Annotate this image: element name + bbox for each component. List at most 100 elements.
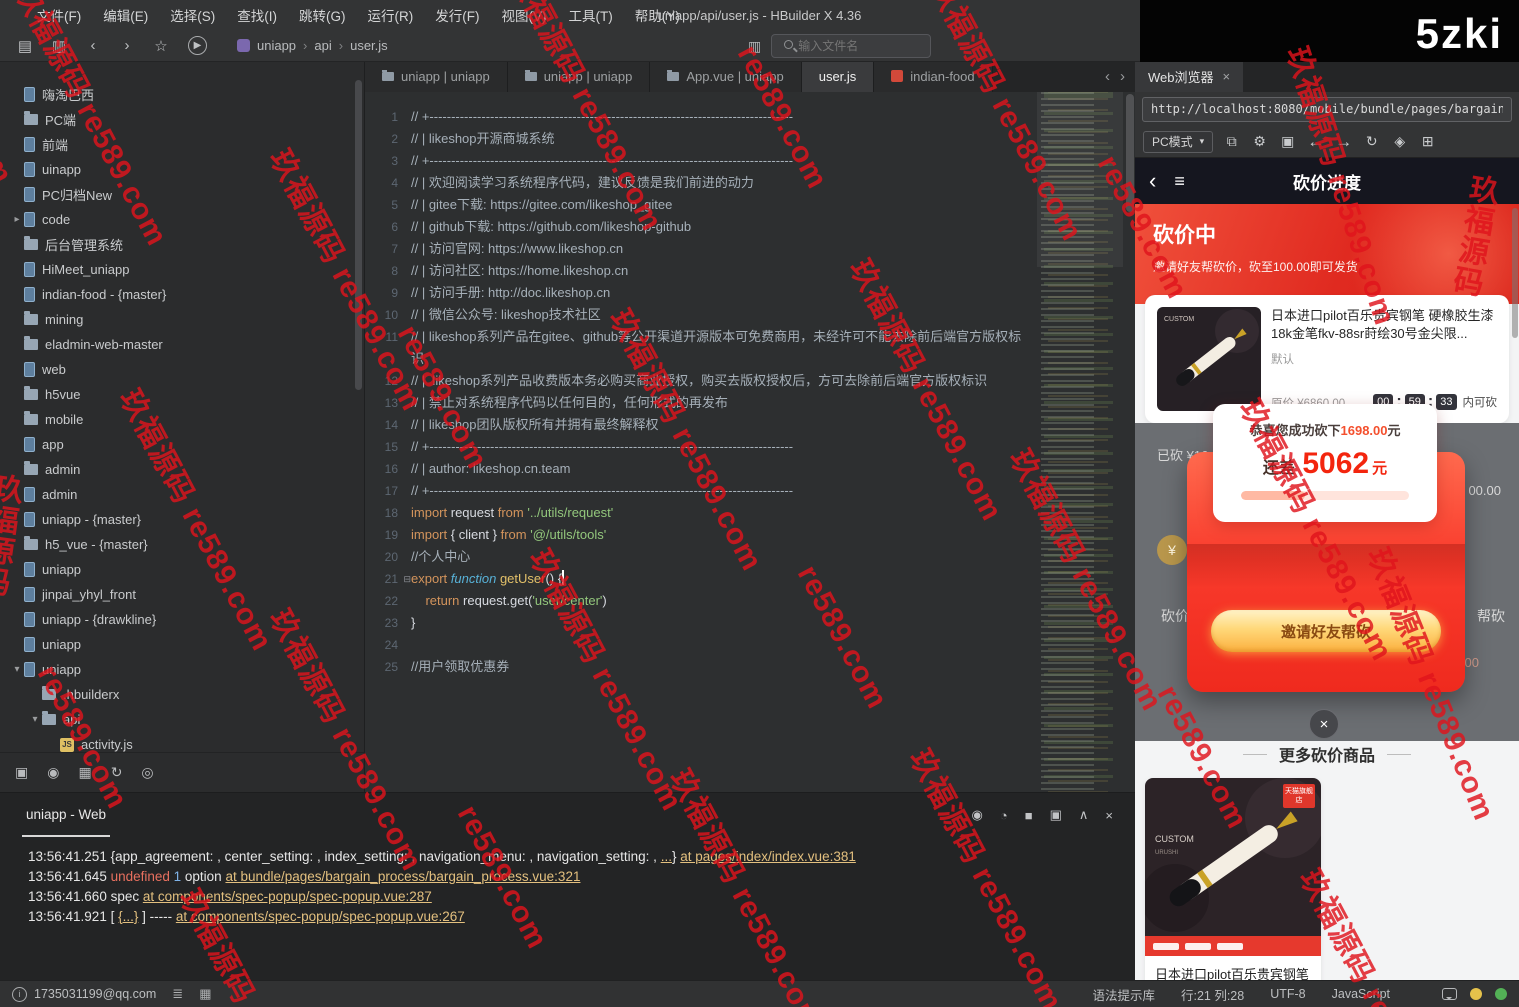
- nav-back-icon[interactable]: ←: [1306, 132, 1325, 152]
- fold-marker-icon[interactable]: ⊟: [403, 568, 411, 590]
- package-icon[interactable]: ▦: [78, 764, 91, 781]
- code-text[interactable]: return request.get('user/center'): [411, 590, 1025, 612]
- menu-item[interactable]: 查找(I): [226, 0, 288, 30]
- code-text[interactable]: //用户领取优惠券: [411, 656, 1025, 678]
- secure-icon[interactable]: ◈: [1390, 133, 1409, 150]
- expand-arrow-icon[interactable]: ▾: [28, 714, 42, 725]
- invite-friends-button[interactable]: 邀请好友帮砍: [1211, 610, 1441, 652]
- status-item[interactable]: JavaScript: [1332, 987, 1390, 1001]
- code-text[interactable]: // +------------------------------------…: [411, 480, 1025, 502]
- console-link[interactable]: at pages/index/index.vue:381: [680, 849, 856, 864]
- code-editor[interactable]: 1// +-----------------------------------…: [365, 92, 1135, 792]
- browser-tab[interactable]: Web浏览器 ×: [1135, 60, 1243, 92]
- tree-item[interactable]: jinpai_yhyl_front: [0, 582, 364, 607]
- tree-item[interactable]: h5_vue - {master}: [0, 532, 364, 557]
- code-text[interactable]: // | author: likeshop.cn.team: [411, 458, 1025, 480]
- more-product-card[interactable]: CUSTOM URUSHI 天猫旗舰店 日本进口pilot百乐贵宾钢笔: [1145, 778, 1321, 980]
- tree-item[interactable]: JSactivity.js: [0, 732, 364, 752]
- menu-item[interactable]: 选择(S): [159, 0, 226, 30]
- breadcrumb-item[interactable]: user.js: [350, 38, 388, 53]
- menu-item[interactable]: 发行(F): [424, 0, 490, 30]
- refresh-icon[interactable]: ↻: [111, 764, 123, 781]
- tree-item[interactable]: ▾uniapp: [0, 657, 364, 682]
- code-text[interactable]: //个人中心: [411, 546, 1025, 568]
- menu-item[interactable]: 工具(T): [558, 0, 624, 30]
- code-text[interactable]: // | 微信公众号: likeshop技术社区: [411, 304, 1025, 326]
- tree-item[interactable]: PC归档New: [0, 182, 364, 207]
- code-text[interactable]: // | github下载: https://github.com/likesh…: [411, 216, 1025, 238]
- menu-item[interactable]: 文件(F): [26, 0, 92, 30]
- code-text[interactable]: // | likeshop系列产品收费版本务必购买商业授权，购买去版权授权后，方…: [411, 370, 1025, 392]
- tree-item[interactable]: uniapp - {master}: [0, 507, 364, 532]
- file-search-input[interactable]: [771, 34, 931, 58]
- code-text[interactable]: // +------------------------------------…: [411, 150, 1025, 172]
- menu-item[interactable]: 运行(R): [357, 0, 425, 30]
- status-item[interactable]: 语法提示库: [1092, 985, 1155, 1004]
- menu-icon[interactable]: ≡: [1174, 171, 1185, 192]
- menu-item[interactable]: 视图(V): [491, 0, 558, 30]
- tree-item[interactable]: eladmin-web-master: [0, 332, 364, 357]
- code-text[interactable]: // | 访问手册: http://doc.likeshop.cn: [411, 282, 1025, 304]
- code-text[interactable]: // | 禁止对系统程序代码以任何目的，任何形式的再发布: [411, 392, 1025, 414]
- debugger-icon[interactable]: ◉: [972, 807, 983, 823]
- status-item[interactable]: 行:21 列:28: [1181, 985, 1244, 1004]
- tree-item[interactable]: 后台管理系统: [0, 232, 364, 257]
- tabs-scroll-left-icon[interactable]: ‹: [1105, 68, 1110, 85]
- address-bar[interactable]: [1142, 97, 1512, 122]
- status-item[interactable]: UTF-8: [1270, 987, 1305, 1001]
- console-link[interactable]: at bundle/pages/bargain_process/bargain_…: [225, 869, 580, 884]
- goto-file-icon[interactable]: ▥: [748, 38, 761, 55]
- run-icon[interactable]: ▶: [188, 36, 207, 55]
- tree-item[interactable]: h5vue: [0, 382, 364, 407]
- settings-icon[interactable]: ⚙: [1250, 133, 1269, 150]
- back-chevron-icon[interactable]: ‹: [1149, 168, 1156, 194]
- page-scrollbar[interactable]: [1512, 208, 1518, 338]
- tree-item[interactable]: PC端: [0, 107, 364, 132]
- tabs-scroll-right-icon[interactable]: ›: [1120, 68, 1125, 85]
- code-text[interactable]: // | likeshop团队版权所有并拥有最终解释权: [411, 414, 1025, 436]
- menu-item[interactable]: 编辑(E): [92, 0, 159, 30]
- code-text[interactable]: // | 访问社区: https://home.likeshop.cn: [411, 260, 1025, 282]
- feedback-icon[interactable]: [1442, 988, 1457, 1000]
- list-icon[interactable]: ≣: [172, 986, 183, 1002]
- back-icon[interactable]: ‹: [80, 34, 106, 58]
- capture-icon[interactable]: ▣: [1050, 807, 1062, 823]
- tree-item[interactable]: uniapp: [0, 632, 364, 657]
- console-tab[interactable]: uniapp - Web: [22, 793, 110, 837]
- refresh-icon[interactable]: ↻: [1362, 133, 1381, 150]
- editor-tab[interactable]: user.js: [802, 60, 875, 92]
- code-text[interactable]: // | 访问官网: https://www.likeshop.cn: [411, 238, 1025, 260]
- profiler-icon[interactable]: ◔: [1000, 808, 1008, 823]
- code-text[interactable]: import { client } from '@/utils/tools': [411, 524, 1025, 546]
- close-icon[interactable]: ×: [1223, 69, 1231, 84]
- image-icon[interactable]: ▦: [199, 986, 211, 1002]
- tree-item[interactable]: web: [0, 357, 364, 382]
- account-email[interactable]: 1735031199@qq.com: [34, 987, 156, 1001]
- minimap[interactable]: [1037, 92, 1123, 792]
- tree-item[interactable]: mining: [0, 307, 364, 332]
- console-link[interactable]: ...: [661, 849, 672, 864]
- tree-item[interactable]: HiMeet_uniapp: [0, 257, 364, 282]
- tree-item[interactable]: .hbuilderx: [0, 682, 364, 707]
- expand-arrow-icon[interactable]: ▸: [10, 214, 24, 225]
- tree-item[interactable]: app: [0, 432, 364, 457]
- forward-icon[interactable]: ›: [114, 34, 140, 58]
- code-text[interactable]: // +------------------------------------…: [411, 106, 1025, 128]
- tree-item[interactable]: ▸code: [0, 207, 364, 232]
- editor-tab[interactable]: indian-food: [874, 60, 992, 92]
- close-panel-icon[interactable]: ×: [1105, 808, 1113, 823]
- terminal-icon[interactable]: ▣: [15, 764, 28, 781]
- tree-item[interactable]: mobile: [0, 407, 364, 432]
- collapse-panel-icon[interactable]: ∧: [1079, 807, 1089, 823]
- editor-tab[interactable]: App.vue | uniapp: [650, 60, 801, 92]
- breadcrumb-item[interactable]: api: [314, 38, 331, 53]
- code-text[interactable]: // | 欢迎阅读学习系统程序代码，建议反馈是我们前进的动力: [411, 172, 1025, 194]
- code-text[interactable]: export function getUser() {: [411, 568, 1025, 590]
- save-icon[interactable]: ▥: [46, 34, 72, 58]
- tree-item[interactable]: uniapp: [0, 557, 364, 582]
- expand-arrow-icon[interactable]: ▾: [10, 664, 24, 675]
- screenshot-icon[interactable]: ▣: [1278, 133, 1297, 150]
- sidebar-scrollbar[interactable]: [355, 80, 362, 390]
- code-text[interactable]: // | likeshop开源商城系统: [411, 128, 1025, 150]
- editor-scrollbar[interactable]: [1126, 94, 1134, 212]
